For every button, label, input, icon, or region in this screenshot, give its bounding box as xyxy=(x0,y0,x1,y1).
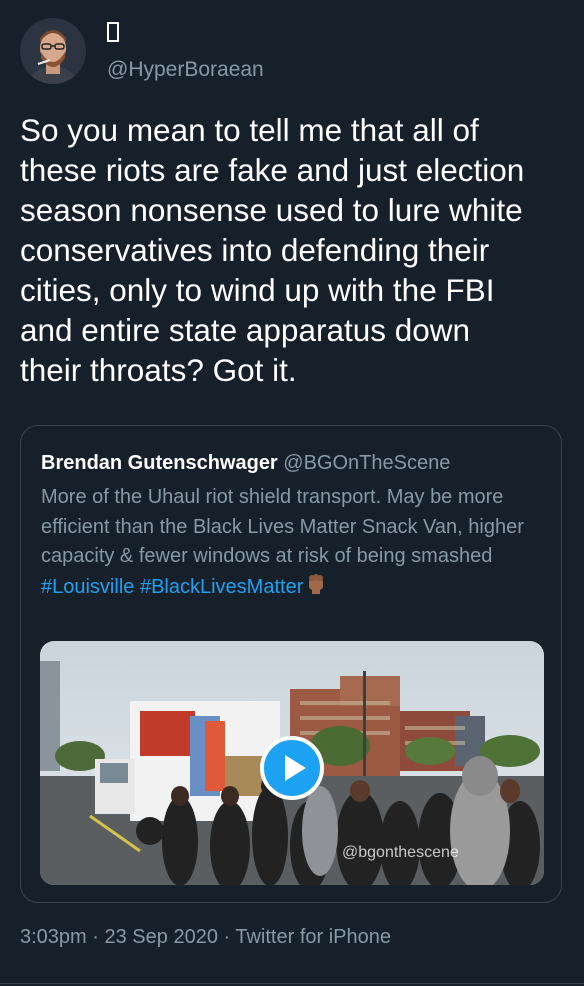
video-thumbnail[interactable]: @bgonthescene xyxy=(40,641,544,885)
video-watermark: @bgonthescene xyxy=(342,844,459,861)
meta-separator: · xyxy=(86,926,105,948)
raised-fist-icon xyxy=(306,572,326,604)
avatar[interactable] xyxy=(20,18,86,84)
quoted-tweet-body: More of the Uhaul riot shield transport.… xyxy=(41,486,524,567)
hashtag-blacklivesmatter[interactable]: #BlackLivesMatter xyxy=(140,576,303,598)
quoted-tweet-card[interactable]: Brendan Gutenschwager @BGOnTheScene More… xyxy=(20,425,562,903)
author-display-name[interactable] xyxy=(107,22,119,48)
meta-separator: · xyxy=(217,926,236,948)
quoted-tweet-text: More of the Uhaul riot shield transport.… xyxy=(41,483,546,603)
quoted-tweet-header: Brendan Gutenschwager @BGOnTheScene xyxy=(41,452,450,475)
tweet-source[interactable]: Twitter for iPhone xyxy=(235,926,391,948)
play-icon[interactable] xyxy=(260,736,324,800)
unsupported-glyph-icon xyxy=(107,22,119,42)
tweet-meta: 3:03pm · 23 Sep 2020 · Twitter for iPhon… xyxy=(20,926,391,949)
author-handle[interactable]: @HyperBoraean xyxy=(107,58,264,82)
tweet-date[interactable]: 23 Sep 2020 xyxy=(105,926,218,948)
tweet-text: So you mean to tell me that all of these… xyxy=(20,112,525,388)
quoted-author-handle[interactable]: @BGOnTheScene xyxy=(283,452,450,474)
avatar-image xyxy=(20,18,86,84)
tweet-time[interactable]: 3:03pm xyxy=(20,926,87,948)
divider xyxy=(0,983,584,984)
hashtag-louisville[interactable]: #Louisville xyxy=(41,576,134,598)
quoted-author-name[interactable]: Brendan Gutenschwager xyxy=(41,452,278,474)
